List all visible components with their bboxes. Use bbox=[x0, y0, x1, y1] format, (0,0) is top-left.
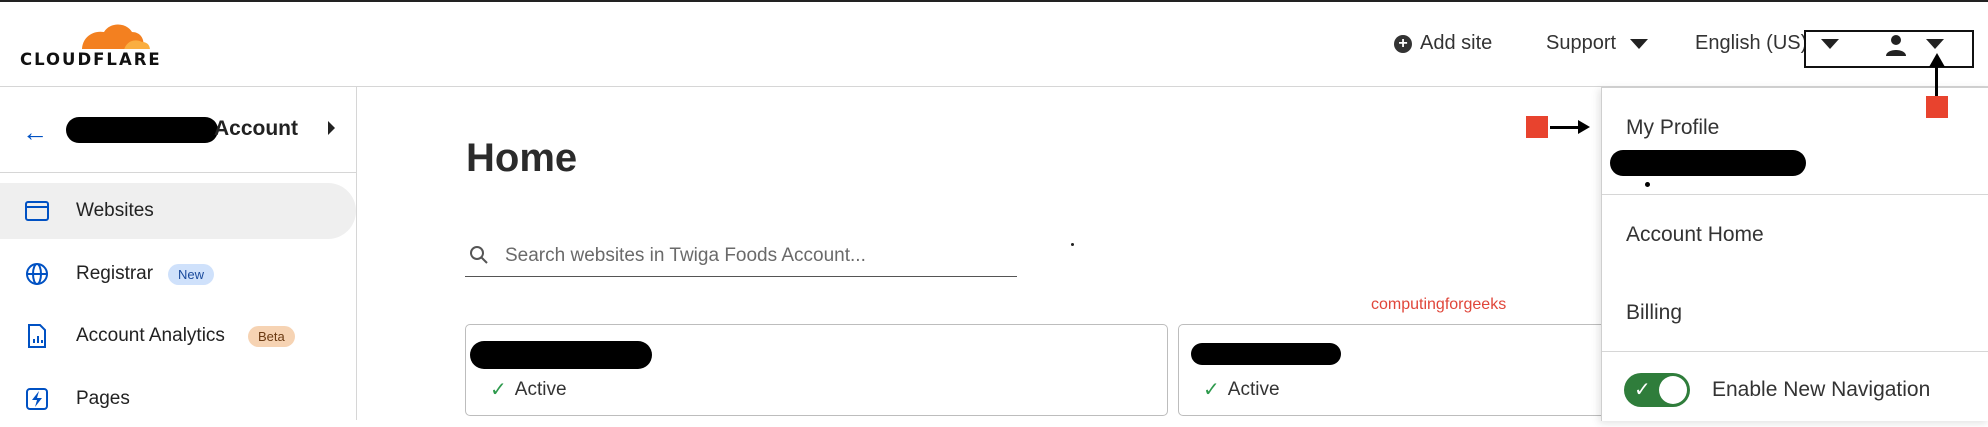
sidebar-item-label: Account Analytics bbox=[76, 325, 225, 346]
sidebar: ← Account Websites Registrar New Account… bbox=[0, 87, 357, 420]
menu-divider bbox=[1602, 351, 1988, 352]
toggle-label: Enable New Navigation bbox=[1712, 378, 1931, 401]
new-badge: New bbox=[168, 263, 215, 285]
redacted-email bbox=[1610, 150, 1806, 176]
toggle-knob bbox=[1659, 376, 1687, 404]
website-card[interactable]: ✓ Active bbox=[465, 324, 1168, 416]
support-menu[interactable]: Support bbox=[1546, 32, 1649, 55]
status-text: Active bbox=[1227, 378, 1280, 400]
support-label: Support bbox=[1546, 32, 1617, 54]
menu-item-my-profile[interactable]: My Profile bbox=[1626, 116, 1719, 140]
annotation-arrowhead bbox=[1929, 53, 1945, 67]
caret-right-icon[interactable] bbox=[328, 121, 335, 135]
search-icon bbox=[470, 246, 488, 264]
annotation-marker bbox=[1926, 96, 1948, 118]
sidebar-item-label: Pages bbox=[76, 388, 130, 409]
new-navigation-toggle[interactable]: ✓ bbox=[1624, 373, 1690, 407]
check-icon: ✓ bbox=[1203, 379, 1220, 401]
menu-item-billing[interactable]: Billing bbox=[1626, 301, 1682, 325]
sidebar-item-registrar[interactable]: Registrar New bbox=[0, 246, 356, 302]
annotation-arrow bbox=[1935, 66, 1938, 96]
status-text: Active bbox=[514, 378, 567, 400]
globe-icon bbox=[26, 263, 48, 285]
beta-badge: Beta bbox=[248, 325, 295, 347]
bolt-icon bbox=[26, 388, 48, 410]
browser-window-icon bbox=[25, 201, 49, 221]
user-dropdown-menu: My Profile Account Home Billing ✓ Enable… bbox=[1601, 87, 1988, 421]
watermark-text: computingforgeeks bbox=[1371, 296, 1507, 313]
menu-item-account-home[interactable]: Account Home bbox=[1626, 223, 1764, 247]
stray-dot bbox=[1071, 243, 1074, 246]
user-menu-caret-icon[interactable] bbox=[1926, 39, 1944, 49]
redacted-site-name bbox=[1191, 343, 1341, 365]
plus-circle-icon: + bbox=[1394, 34, 1412, 53]
add-site-button[interactable]: + Add site bbox=[1394, 32, 1492, 55]
site-status: ✓ Active bbox=[490, 377, 567, 402]
search-field[interactable] bbox=[465, 236, 1017, 277]
annotation-arrow bbox=[1550, 126, 1578, 129]
sidebar-item-label: Registrar bbox=[76, 263, 154, 284]
sidebar-item-websites[interactable]: Websites bbox=[0, 183, 356, 239]
add-site-label: Add site bbox=[1420, 32, 1493, 54]
sidebar-item-label: Websites bbox=[76, 200, 154, 221]
sidebar-item-pages[interactable]: Pages bbox=[0, 371, 356, 427]
language-label: English (US) bbox=[1695, 32, 1808, 54]
annotation-arrowhead bbox=[1578, 120, 1590, 134]
brand-name: CLOUDFLARE bbox=[20, 50, 162, 69]
redacted-site-name bbox=[470, 341, 652, 369]
annotation-marker bbox=[1526, 116, 1548, 138]
sidebar-item-account-analytics[interactable]: Account Analytics Beta bbox=[0, 308, 356, 364]
cloudflare-logo[interactable]: CLOUDFLARE bbox=[20, 16, 170, 72]
account-label: Account bbox=[214, 117, 298, 140]
page-title: Home bbox=[466, 136, 578, 180]
redacted-account-name bbox=[66, 117, 218, 143]
check-icon: ✓ bbox=[1634, 379, 1651, 401]
caret-down-icon bbox=[1630, 38, 1649, 49]
user-icon[interactable] bbox=[1884, 33, 1908, 57]
menu-divider bbox=[1602, 194, 1988, 195]
top-header: CLOUDFLARE + Add site Support English (U… bbox=[0, 2, 1988, 87]
analytics-doc-icon bbox=[28, 324, 46, 348]
account-switcher[interactable]: ← Account bbox=[0, 87, 356, 173]
check-icon: ✓ bbox=[490, 379, 507, 401]
back-arrow-icon[interactable]: ← bbox=[22, 117, 48, 148]
website-card[interactable]: ✓ Active bbox=[1178, 324, 1620, 416]
site-status: ✓ Active bbox=[1203, 377, 1280, 402]
redaction-dot bbox=[1645, 182, 1650, 187]
search-input[interactable] bbox=[503, 240, 1007, 272]
